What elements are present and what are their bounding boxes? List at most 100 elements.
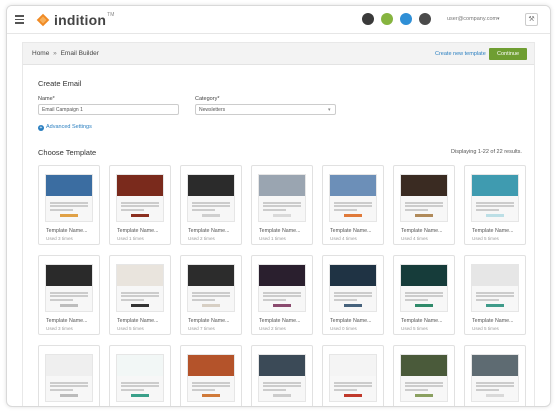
template-card[interactable]: Template Name... Used 7 times <box>180 255 242 335</box>
thumbnail-text-line <box>404 205 444 208</box>
hamburger-menu-icon[interactable] <box>15 15 24 24</box>
thumbnail-text-line <box>333 295 373 298</box>
template-name: Template Name... <box>401 228 443 234</box>
salesforce-icon[interactable] <box>400 13 412 25</box>
template-card[interactable]: Template Name... Used 3 times <box>38 165 100 245</box>
chevron-down-icon[interactable]: ▾ <box>497 16 500 22</box>
create-new-template-link[interactable]: Create new template <box>435 51 486 57</box>
thumbnail-hero-block <box>472 265 518 286</box>
template-card[interactable]: Template Name... Used 1 times <box>251 165 313 245</box>
template-usage-count: Used 1 times <box>259 236 286 241</box>
template-thumbnail <box>187 174 235 222</box>
template-usage-count: Used 3 times <box>46 236 73 241</box>
email-builder-panel: Home » Email Builder Create new template… <box>22 42 535 406</box>
template-name: Template Name... <box>472 318 514 324</box>
category-label: Category* <box>195 96 220 102</box>
thumbnail-text-line <box>404 389 428 392</box>
thumbnail-accent-block <box>272 393 292 398</box>
thumbnail-accent-block <box>59 213 79 218</box>
template-usage-count: Used 0 times <box>330 326 357 331</box>
thumbnail-hero-block <box>188 355 234 376</box>
thumbnail-accent-block <box>130 393 150 398</box>
amazon-icon[interactable] <box>362 13 374 25</box>
template-name: Template Name... <box>472 228 514 234</box>
thumbnail-text-line <box>262 295 302 298</box>
template-card[interactable] <box>251 345 313 406</box>
choose-template-title: Choose Template <box>38 148 97 157</box>
thumbnail-hero-block <box>330 175 376 196</box>
template-card[interactable]: Template Name... Used 5 times <box>464 165 526 245</box>
template-card[interactable] <box>393 345 455 406</box>
template-card[interactable] <box>180 345 242 406</box>
thumbnail-text-line <box>475 389 499 392</box>
continue-button[interactable]: Continue <box>489 48 527 60</box>
template-usage-count: Used 5 times <box>472 326 499 331</box>
thumbnail-text-line <box>333 389 357 392</box>
template-thumbnail <box>116 354 164 402</box>
template-name: Template Name... <box>259 318 301 324</box>
thumbnail-text-line <box>262 299 286 302</box>
template-card[interactable] <box>464 345 526 406</box>
thumbnail-text-line <box>262 381 302 384</box>
template-usage-count: Used 3 times <box>46 326 73 331</box>
template-card[interactable]: Template Name... Used 3 times <box>38 255 100 335</box>
template-name: Template Name... <box>330 228 372 234</box>
thumbnail-text-line <box>475 205 515 208</box>
name-input[interactable]: Email Campaign 1 <box>38 104 179 115</box>
template-card[interactable]: Template Name... Used 4 times <box>322 165 384 245</box>
template-card[interactable]: Template Name... Used 2 times <box>180 165 242 245</box>
template-name: Template Name... <box>188 228 230 234</box>
template-usage-count: Used 1 times <box>117 236 144 241</box>
thumbnail-accent-block <box>343 303 363 308</box>
chevron-down-icon[interactable]: ▾ <box>328 107 331 113</box>
template-usage-count: Used 7 times <box>188 326 215 331</box>
template-thumbnail <box>471 174 519 222</box>
thumbnail-text-line <box>333 205 373 208</box>
template-card[interactable]: Template Name... Used 5 times <box>109 255 171 335</box>
category-select[interactable]: Newsletters <box>195 104 336 115</box>
thumbnail-text-line <box>49 291 89 294</box>
hubspot-icon[interactable] <box>419 13 431 25</box>
tools-icon[interactable]: ⚒ <box>525 13 538 26</box>
thumbnail-text-line <box>404 209 428 212</box>
thumbnail-accent-block <box>130 303 150 308</box>
template-card[interactable]: Template Name... Used 5 times <box>464 255 526 335</box>
thumbnail-text-line <box>49 385 89 388</box>
thumbnail-text-line <box>49 205 89 208</box>
thumbnail-accent-block <box>414 213 434 218</box>
breadcrumb-home[interactable]: Home <box>32 50 49 57</box>
template-card[interactable]: Template Name... Used 4 times <box>393 165 455 245</box>
template-card[interactable]: Template Name... Used 2 times <box>251 255 313 335</box>
breadcrumb-current: Email Builder <box>60 50 99 57</box>
thumbnail-hero-block <box>401 175 447 196</box>
template-card[interactable]: Template Name... Used 0 times <box>322 255 384 335</box>
template-card[interactable]: Template Name... Used 5 times <box>393 255 455 335</box>
thumbnail-accent-block <box>343 213 363 218</box>
thumbnail-hero-block <box>46 175 92 196</box>
shopify-icon[interactable] <box>381 13 393 25</box>
thumbnail-text-line <box>333 299 357 302</box>
template-card[interactable]: Template Name... Used 1 times <box>109 165 171 245</box>
thumbnail-text-line <box>191 209 215 212</box>
thumbnail-text-line <box>475 209 499 212</box>
advanced-settings-link[interactable]: + Advanced Settings <box>38 124 92 131</box>
indition-logo-icon <box>36 13 50 27</box>
template-thumbnail <box>187 264 235 312</box>
thumbnail-text-line <box>262 205 302 208</box>
template-thumbnail <box>45 354 93 402</box>
template-usage-count: Used 2 times <box>188 236 215 241</box>
user-email[interactable]: user@company.com <box>447 16 497 22</box>
template-card[interactable] <box>322 345 384 406</box>
thumbnail-text-line <box>49 299 73 302</box>
thumbnail-text-line <box>475 299 499 302</box>
thumbnail-text-line <box>262 201 302 204</box>
brand-logo[interactable]: indition TM <box>36 12 114 28</box>
thumbnail-text-line <box>475 201 515 204</box>
template-card[interactable] <box>38 345 100 406</box>
page-header: Home » Email Builder Create new template… <box>23 43 534 65</box>
breadcrumb-separator: » <box>53 50 57 57</box>
template-thumbnail <box>471 354 519 402</box>
template-card[interactable] <box>109 345 171 406</box>
thumbnail-text-line <box>191 205 231 208</box>
thumbnail-text-line <box>404 381 444 384</box>
